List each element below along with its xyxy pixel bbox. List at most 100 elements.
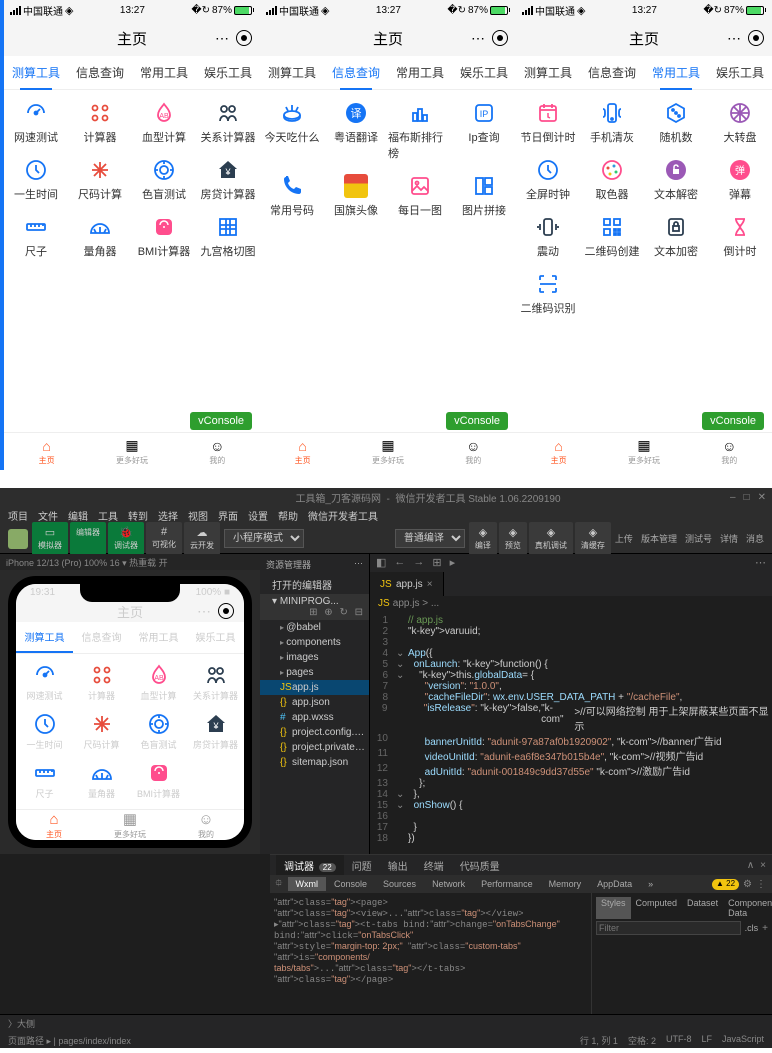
panel-toggle[interactable]: ▭模拟器 (32, 522, 68, 555)
file-tree-item[interactable]: {}project.config.json (260, 725, 369, 740)
style-subtab[interactable]: Dataset (682, 897, 723, 919)
tool-cell[interactable]: 弹弹幕 (708, 151, 772, 208)
tab-2[interactable]: 常用工具 (644, 56, 708, 89)
status-item[interactable]: 空格: 2 (628, 1034, 656, 1047)
tab-0[interactable]: 测算工具 (4, 56, 68, 89)
tabbar-item[interactable]: ▦更多好玩 (345, 433, 430, 470)
vconsole-button[interactable]: vConsole (446, 412, 508, 430)
capsule-menu-icon[interactable]: ⋯ (197, 603, 212, 620)
tool-cell[interactable]: ¥房贷计算器 (196, 151, 260, 208)
nav-back-icon[interactable]: ← (394, 556, 405, 570)
tabbar-item[interactable]: ⌂主页 (516, 433, 601, 470)
file-tree-item[interactable]: {}sitemap.json (260, 755, 369, 770)
sim-tabbar-item[interactable]: ☺我的 (168, 810, 244, 840)
menu-item[interactable]: 微信开发者工具 (308, 508, 378, 523)
open-editors-section[interactable]: 打开的编辑器 (260, 575, 369, 594)
tool-cell[interactable]: 节日倒计时 (516, 94, 580, 151)
tool-cell[interactable]: 图片拼接 (452, 167, 516, 224)
tool-cell[interactable]: 震动 (516, 208, 580, 265)
page-path[interactable]: 页面路径 ▸ | pages/index/index (8, 1034, 131, 1047)
cls-toggle[interactable]: .cls (745, 923, 759, 933)
sim-tab[interactable]: 测算工具 (16, 622, 73, 653)
panel-toggle[interactable]: #可视化 (146, 522, 182, 555)
tool-cell[interactable]: 计算器 (68, 94, 132, 151)
capsule-menu-icon[interactable]: ⋯ (215, 30, 230, 47)
capsule-close-icon[interactable] (218, 603, 234, 619)
status-item[interactable]: 行 1, 列 1 (580, 1034, 618, 1047)
sim-tool-cell[interactable]: BMI计算器 (130, 756, 187, 805)
tool-cell[interactable]: 全屏时钟 (516, 151, 580, 208)
max-btn[interactable]: □ (744, 492, 750, 503)
tool-cell[interactable]: 二维码识别 (516, 265, 580, 322)
compile-dropdown[interactable]: 普通编译 (395, 529, 465, 548)
capsule-menu-icon[interactable]: ⋯ (471, 30, 486, 47)
file-tree-item[interactable]: components (260, 635, 369, 650)
tool-cell[interactable]: 译粤语翻译 (324, 94, 388, 167)
sim-tab[interactable]: 娱乐工具 (187, 622, 244, 653)
tool-cell[interactable]: BMI计算器 (132, 208, 196, 265)
sim-tabbar-item[interactable]: ▦更多好玩 (92, 810, 168, 840)
nav-fwd-icon[interactable]: → (413, 556, 424, 570)
avatar[interactable] (8, 529, 28, 549)
tabbar-item[interactable]: ⌂主页 (260, 433, 345, 470)
sim-tab[interactable]: 信息查询 (73, 622, 130, 653)
sim-tool-cell[interactable]: 尺码计算 (73, 707, 130, 756)
editor-tab-appjs[interactable]: JSapp.js × (370, 572, 444, 596)
tool-cell[interactable]: AB血型计算 (132, 94, 196, 151)
toolbar-action[interactable]: ◈清缓存 (575, 522, 611, 555)
sim-device-info[interactable]: iPhone 12/13 (Pro) 100% 16 ▾ 热重载 开 (0, 554, 260, 570)
tool-cell[interactable]: 尺码计算 (68, 151, 132, 208)
wxml-tree[interactable]: "attr">class="tag"><page> "attr">class="… (270, 893, 592, 1014)
file-tree-item[interactable]: pages (260, 665, 369, 680)
add-style-icon[interactable]: + (762, 923, 768, 934)
tool-cell[interactable]: 网速测试 (4, 94, 68, 151)
dbg-subtab[interactable]: Console (326, 877, 375, 891)
panel-toggle[interactable]: ☁云开发 (184, 522, 220, 555)
toolbar-action[interactable]: ◈真机调试 (529, 522, 573, 555)
panel-toggle[interactable]: 🐞调试器 (108, 522, 144, 555)
tool-cell[interactable]: 倒计时 (708, 208, 772, 265)
tool-cell[interactable]: 福布斯排行榜 (388, 94, 452, 167)
inspect-icon[interactable]: ⯐ (270, 876, 288, 893)
tool-cell[interactable]: 一生时间 (4, 151, 68, 208)
tool-cell[interactable]: 今天吃什么 (260, 94, 324, 167)
min-btn[interactable]: – (730, 492, 736, 503)
sim-tool-cell[interactable]: 尺子 (16, 756, 73, 805)
file-tree-item[interactable]: JSapp.js (260, 680, 369, 695)
tabbar-item[interactable]: ☺我的 (431, 433, 516, 470)
dbg-subtab[interactable]: Performance (473, 877, 541, 891)
dbg-subtab[interactable]: AppData (589, 877, 640, 891)
tab-3[interactable]: 娱乐工具 (452, 56, 516, 89)
menu-item[interactable]: 转到 (128, 508, 148, 523)
sim-tool-cell[interactable]: 一生时间 (16, 707, 73, 756)
tool-cell[interactable]: 九宫格切图 (196, 208, 260, 265)
menu-item[interactable]: 编辑 (68, 508, 88, 523)
explorer-actions[interactable]: ⊞ ⊕ ↻ ⊟ (309, 607, 365, 618)
menu-item[interactable]: 选择 (158, 508, 178, 523)
tab-0[interactable]: 测算工具 (260, 56, 324, 89)
capsule-close-icon[interactable] (492, 30, 508, 46)
sim-tool-cell[interactable]: 关系计算器 (187, 658, 244, 707)
file-tree-item[interactable]: {}project.private.config.js... (260, 740, 369, 755)
explorer-more-icon[interactable]: ⋯ (354, 558, 363, 571)
toolbar-right-item[interactable]: 详情 (720, 532, 738, 545)
toolbar-right-item[interactable]: 版本管理 (641, 532, 677, 545)
tab-3[interactable]: 娱乐工具 (196, 56, 260, 89)
status-item[interactable]: JavaScript (722, 1034, 764, 1047)
close-tab-icon[interactable]: × (427, 579, 433, 590)
tab-1[interactable]: 信息查询 (580, 56, 644, 89)
capsule-close-icon[interactable] (748, 30, 764, 46)
menu-item[interactable]: 帮助 (278, 508, 298, 523)
menu-item[interactable]: 工具 (98, 508, 118, 523)
menu-item[interactable]: 文件 (38, 508, 58, 523)
dbg-subtab[interactable]: » (640, 877, 661, 891)
tool-cell[interactable]: IPIp查询 (452, 94, 516, 167)
styles-filter-input[interactable] (596, 921, 741, 935)
tool-cell[interactable]: 量角器 (68, 208, 132, 265)
tabbar-item[interactable]: ▦更多好玩 (601, 433, 686, 470)
panel-toggle[interactable]: 编辑器 (70, 522, 106, 555)
vconsole-button[interactable]: vConsole (702, 412, 764, 430)
tool-cell[interactable]: 常用号码 (260, 167, 324, 224)
tab-2[interactable]: 常用工具 (388, 56, 452, 89)
debugger-tab-quality[interactable]: 代码质量 (452, 855, 508, 876)
